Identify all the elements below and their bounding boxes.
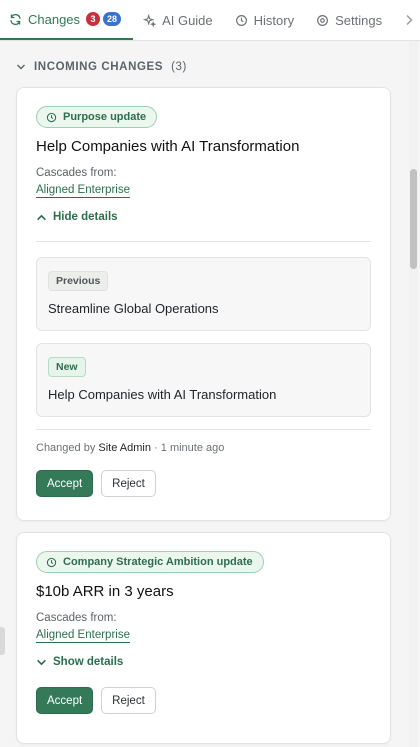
change-card: Purpose update Help Companies with AI Tr… — [16, 87, 391, 521]
sparkle-icon — [143, 13, 157, 27]
card-actions: Accept Reject — [36, 470, 371, 497]
resize-handle[interactable] — [0, 627, 5, 655]
change-title: Help Companies with AI Transformation — [36, 138, 300, 155]
card-actions: Accept Reject — [36, 687, 371, 714]
section-count: (3) — [171, 61, 187, 73]
conflict-count-badge: 3 — [86, 12, 101, 26]
tab-settings[interactable]: Settings — [306, 0, 394, 40]
hide-details-toggle[interactable]: Hide details — [36, 211, 371, 223]
divider — [36, 241, 371, 242]
refresh-icon — [10, 13, 21, 25]
new-tag: New — [48, 357, 86, 377]
tab-label: AI Guide — [162, 12, 213, 28]
tab-bar: Changes 3 28 AI Guide History Settings — [0, 0, 420, 41]
accept-button[interactable]: Accept — [36, 687, 94, 714]
reject-button[interactable]: Reject — [101, 687, 156, 714]
gear-icon — [317, 14, 329, 26]
scrollbar-thumb[interactable] — [410, 169, 417, 269]
chevron-down-icon — [37, 659, 46, 665]
show-details-toggle[interactable]: Show details — [36, 656, 371, 668]
tab-changes[interactable]: Changes 3 28 — [0, 0, 134, 40]
accept-button[interactable]: Accept — [36, 470, 94, 497]
cascade-source-link[interactable]: Aligned Enterprise — [36, 184, 130, 198]
change-meta: Changed by Site Admin · 1 minute ago — [36, 442, 371, 454]
tab-history[interactable]: History — [225, 0, 306, 40]
changed-time: · 1 minute ago — [154, 442, 225, 454]
previous-value: Streamline Global Operations — [48, 301, 219, 316]
cascade-source-link[interactable]: Aligned Enterprise — [36, 629, 130, 643]
scrollbar[interactable] — [409, 41, 418, 747]
chevron-up-icon — [37, 214, 46, 220]
change-card: Company Strategic Ambition update $10b A… — [16, 532, 391, 744]
tab-label: Changes — [28, 11, 81, 27]
toggle-label: Show details — [53, 656, 124, 668]
change-title: $10b ARR in 3 years — [36, 583, 174, 600]
tab-ai-guide[interactable]: AI Guide — [133, 0, 225, 40]
changed-by-user: Site Admin — [98, 442, 151, 454]
new-value-box: New Help Companies with AI Transformatio… — [36, 343, 371, 417]
changes-panel: INCOMING CHANGES (3) Purpose update Help… — [0, 41, 408, 747]
reject-button[interactable]: Reject — [101, 470, 156, 497]
chevron-down-icon — [17, 64, 25, 70]
cascade-label: Cascades from: — [36, 167, 117, 179]
new-value: Help Companies with AI Transformation — [48, 387, 277, 402]
tab-label: Settings — [335, 12, 383, 28]
clock-icon — [235, 14, 247, 26]
pill-label: Purpose update — [63, 111, 147, 123]
divider — [36, 429, 371, 430]
section-title: INCOMING CHANGES — [34, 61, 164, 73]
change-type-pill: Purpose update — [36, 106, 158, 128]
previous-value-box: Previous Streamline Global Operations — [36, 257, 371, 331]
chevron-right-icon — [406, 14, 413, 26]
clock-icon — [46, 112, 57, 122]
pill-label: Company Strategic Ambition update — [63, 556, 253, 568]
change-count-badge: 28 — [103, 12, 122, 26]
toggle-label: Hide details — [53, 211, 118, 223]
cascade-label: Cascades from: — [36, 612, 117, 624]
clock-icon — [46, 557, 57, 567]
changed-by-prefix: Changed by — [36, 442, 96, 454]
tab-scroll-right-button[interactable] — [394, 0, 420, 40]
previous-tag: Previous — [48, 271, 109, 291]
tab-label: History — [253, 12, 295, 28]
incoming-changes-header[interactable]: INCOMING CHANGES (3) — [16, 61, 408, 73]
change-type-pill: Company Strategic Ambition update — [36, 551, 264, 573]
